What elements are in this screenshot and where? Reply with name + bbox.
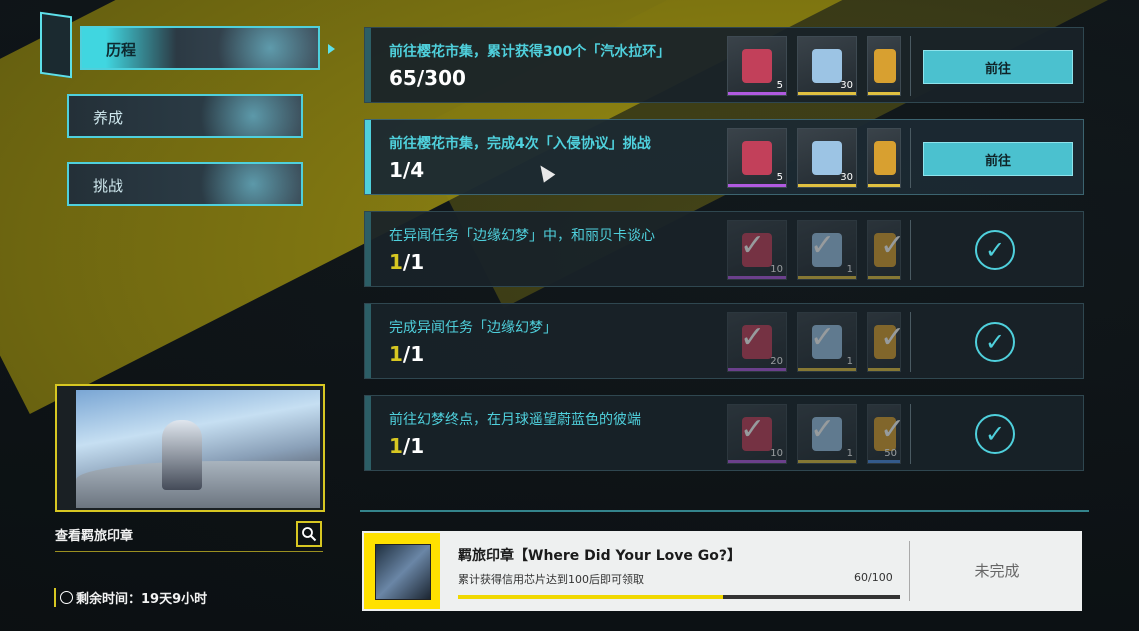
task-row: 前往幻梦终点，在月球遥望蔚蓝色的彼端 1/1 ✓ 10 ✓ 1 ✓ 50 ✓	[364, 395, 1084, 471]
reward-item[interactable]: ✓ 1	[797, 220, 857, 280]
reward-item[interactable]: ✓	[867, 312, 905, 372]
stamp-title: 查看羁旅印章	[55, 529, 134, 544]
reward-count: 1	[846, 356, 853, 367]
tab-history[interactable]: 历程	[80, 26, 320, 70]
tab-label: 历程	[106, 41, 137, 59]
task-edge	[365, 212, 371, 286]
task-row: 在异闻任务「边缘幻梦」中，和丽贝卡谈心 1/1 ✓ 10 ✓ 1 ✓ ✓	[364, 211, 1084, 287]
stamp-artwork[interactable]	[76, 390, 320, 508]
claimed-check-icon: ✓	[740, 412, 766, 447]
claimed-check-icon: ✓	[810, 412, 836, 447]
reward-item[interactable]: ✓ 10	[727, 220, 787, 280]
task-progress: 1/1	[389, 250, 425, 274]
claimed-check-icon: ✓	[740, 320, 766, 355]
task-row: 前往樱花市集，完成4次「入侵协议」挑战 1/4 5 30 前往	[364, 119, 1084, 195]
reward-item[interactable]: 30	[797, 128, 857, 188]
divider	[910, 312, 911, 372]
reward-count: 20	[770, 356, 783, 367]
journal-icon	[40, 11, 72, 79]
claimed-check-icon: ✓	[740, 228, 766, 263]
reward-count: 5	[776, 80, 783, 91]
reward-count: 30	[840, 172, 853, 183]
list-bottom-divider	[360, 510, 1089, 512]
completed-check-icon: ✓	[975, 230, 1015, 270]
reward-count: 30	[840, 80, 853, 91]
reward-item[interactable]: 30	[797, 36, 857, 96]
divider	[910, 128, 911, 188]
task-edge	[365, 120, 371, 194]
reward-count: 1	[846, 264, 853, 275]
tab-challenge[interactable]: 挑战	[67, 162, 303, 206]
tab-label: 挑战	[93, 177, 124, 195]
go-button[interactable]: 前往	[923, 142, 1073, 176]
reward-item[interactable]	[867, 36, 901, 96]
reward-count: 50	[884, 448, 897, 459]
divider	[910, 36, 911, 96]
task-description: 前往樱花市集，累计获得300个「汽水拉环」	[389, 44, 671, 60]
go-button[interactable]: 前往	[923, 50, 1073, 84]
task-edge	[365, 28, 371, 102]
reward-count: 10	[770, 264, 783, 275]
reward-item[interactable]: ✓ 1	[797, 312, 857, 372]
reward-count: 10	[770, 448, 783, 459]
reward-item[interactable]: ✓ 1	[797, 404, 857, 464]
reward-item[interactable]: ✓	[867, 220, 905, 280]
divider	[55, 551, 323, 552]
stamp-thumbnail	[364, 533, 440, 609]
claimed-check-icon: ✓	[880, 228, 906, 263]
claimed-check-icon: ✓	[880, 320, 906, 355]
reward-item[interactable]: ✓ 50	[867, 404, 905, 464]
tab-art	[181, 96, 301, 136]
clock-icon	[60, 591, 73, 604]
task-progress: 1/1	[389, 434, 425, 458]
tab-label: 养成	[93, 109, 124, 127]
stamp-reward-card[interactable]: 羁旅印章【Where Did Your Love Go?】 累计获得信用芯片达到…	[362, 531, 1082, 611]
claimed-check-icon: ✓	[810, 228, 836, 263]
stamp-progress-bar	[458, 595, 900, 599]
task-edge	[365, 304, 371, 378]
reward-item[interactable]: ✓ 20	[727, 312, 787, 372]
tab-art	[181, 164, 301, 204]
reward-count: 1	[846, 448, 853, 459]
stamp-reward-title: 羁旅印章【Where Did Your Love Go?】	[458, 548, 741, 564]
stamp-progress-fill	[458, 595, 724, 599]
stamp-reward-subtitle: 累计获得信用芯片达到100后即可领取	[458, 573, 644, 586]
task-description: 前往樱花市集，完成4次「入侵协议」挑战	[389, 136, 651, 152]
reward-item[interactable]: 5	[727, 128, 787, 188]
search-button[interactable]	[296, 521, 322, 547]
completed-check-icon: ✓	[975, 414, 1015, 454]
task-description: 在异闻任务「边缘幻梦」中，和丽贝卡谈心	[389, 228, 655, 244]
divider	[910, 404, 911, 464]
claimed-check-icon: ✓	[810, 320, 836, 355]
reward-count: 5	[776, 172, 783, 183]
divider	[909, 541, 910, 601]
task-edge	[365, 396, 371, 470]
stamp-reward-progress-text: 60/100	[854, 571, 893, 584]
reward-item[interactable]: ✓ 10	[727, 404, 787, 464]
remaining-time: 剩余时间：19天9小时	[54, 588, 207, 607]
remaining-time-text: 剩余时间：19天9小时	[76, 592, 208, 607]
task-progress: 1/1	[389, 342, 425, 366]
divider	[910, 220, 911, 280]
reward-item[interactable]	[867, 128, 901, 188]
tab-training[interactable]: 养成	[67, 94, 303, 138]
active-tab-arrow-icon	[328, 44, 335, 54]
stamp-status-button[interactable]: 未完成	[942, 549, 1052, 591]
task-progress: 1/4	[389, 158, 425, 182]
task-progress: 65/300	[389, 66, 466, 90]
claimed-check-icon: ✓	[880, 412, 906, 447]
task-row: 完成异闻任务「边缘幻梦」 1/1 ✓ 20 ✓ 1 ✓ ✓	[364, 303, 1084, 379]
task-row: 前往樱花市集，累计获得300个「汽水拉环」 65/300 5 30 前往	[364, 27, 1084, 103]
reward-item[interactable]: 5	[727, 36, 787, 96]
tab-art	[198, 28, 318, 68]
task-description: 前往幻梦终点，在月球遥望蔚蓝色的彼端	[389, 412, 641, 428]
search-icon	[302, 527, 317, 542]
completed-check-icon: ✓	[975, 322, 1015, 362]
task-description: 完成异闻任务「边缘幻梦」	[389, 320, 557, 336]
